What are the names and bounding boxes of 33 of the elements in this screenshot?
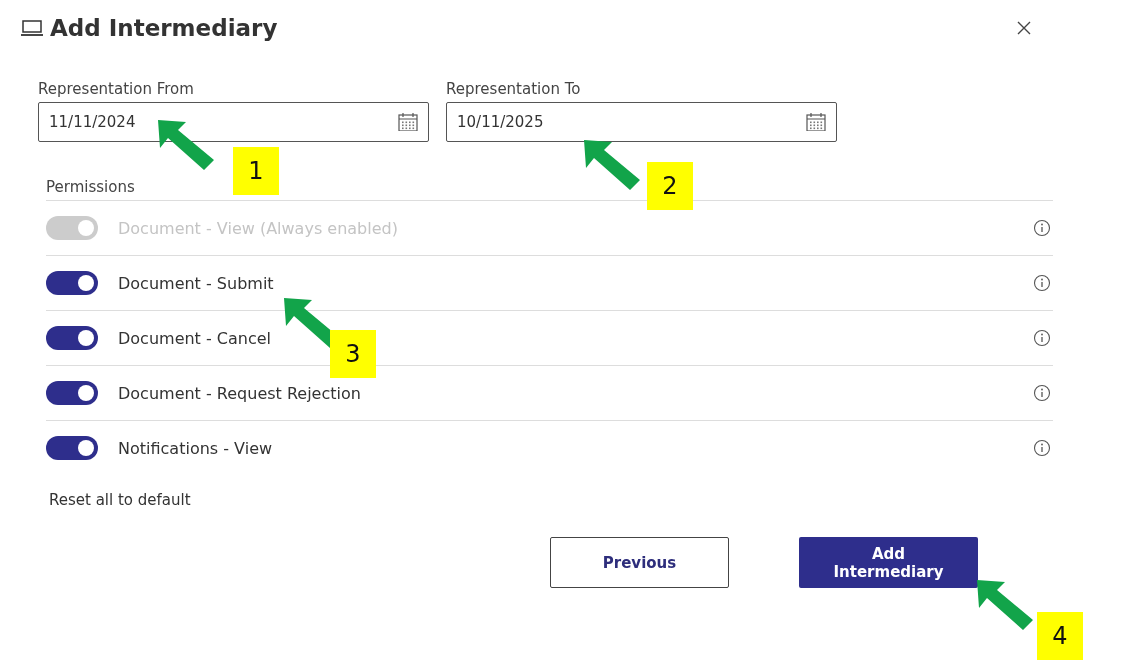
close-icon (1016, 20, 1032, 36)
info-icon (1033, 439, 1051, 457)
toggle-switch[interactable] (46, 436, 98, 460)
laptop-icon (20, 19, 44, 37)
callout-label: 4 (1037, 612, 1083, 660)
info-icon (1033, 329, 1051, 347)
arrow-icon (975, 578, 1035, 632)
info-icon (1033, 384, 1051, 402)
permission-label: Document - Submit (118, 273, 275, 293)
info-icon (1033, 274, 1051, 292)
arrow-icon (156, 118, 216, 172)
toggle-switch[interactable] (46, 326, 98, 350)
permission-label: Document - Request Rejection (118, 383, 362, 403)
callout-label: 3 (330, 330, 376, 378)
permission-label: Document - Cancel (118, 328, 273, 348)
date-field[interactable]: 11/11/2024 (38, 102, 429, 142)
dialog-title: Add Intermediary (50, 15, 278, 41)
permission-label: Document - View (Always enabled) (118, 218, 399, 238)
arrow-icon (582, 138, 642, 192)
permission-label: Notifications - View (118, 438, 274, 458)
calendar-icon (398, 113, 418, 131)
info-icon (1033, 219, 1051, 237)
calendar-icon (806, 113, 826, 131)
previous-button[interactable]: Previous (550, 537, 729, 588)
reset-link[interactable]: Reset all to default (49, 491, 191, 509)
date-field[interactable]: 10/11/2025 (446, 102, 837, 142)
add-intermediary-button[interactable]: Add Intermediary (799, 537, 978, 588)
field-label: Representation To (446, 80, 582, 98)
callout-label: 2 (647, 162, 693, 210)
toggle-switch[interactable] (46, 381, 98, 405)
field-label: Representation From (38, 80, 195, 98)
toggle-switch[interactable] (46, 271, 98, 295)
callout-label: 1 (233, 147, 279, 195)
